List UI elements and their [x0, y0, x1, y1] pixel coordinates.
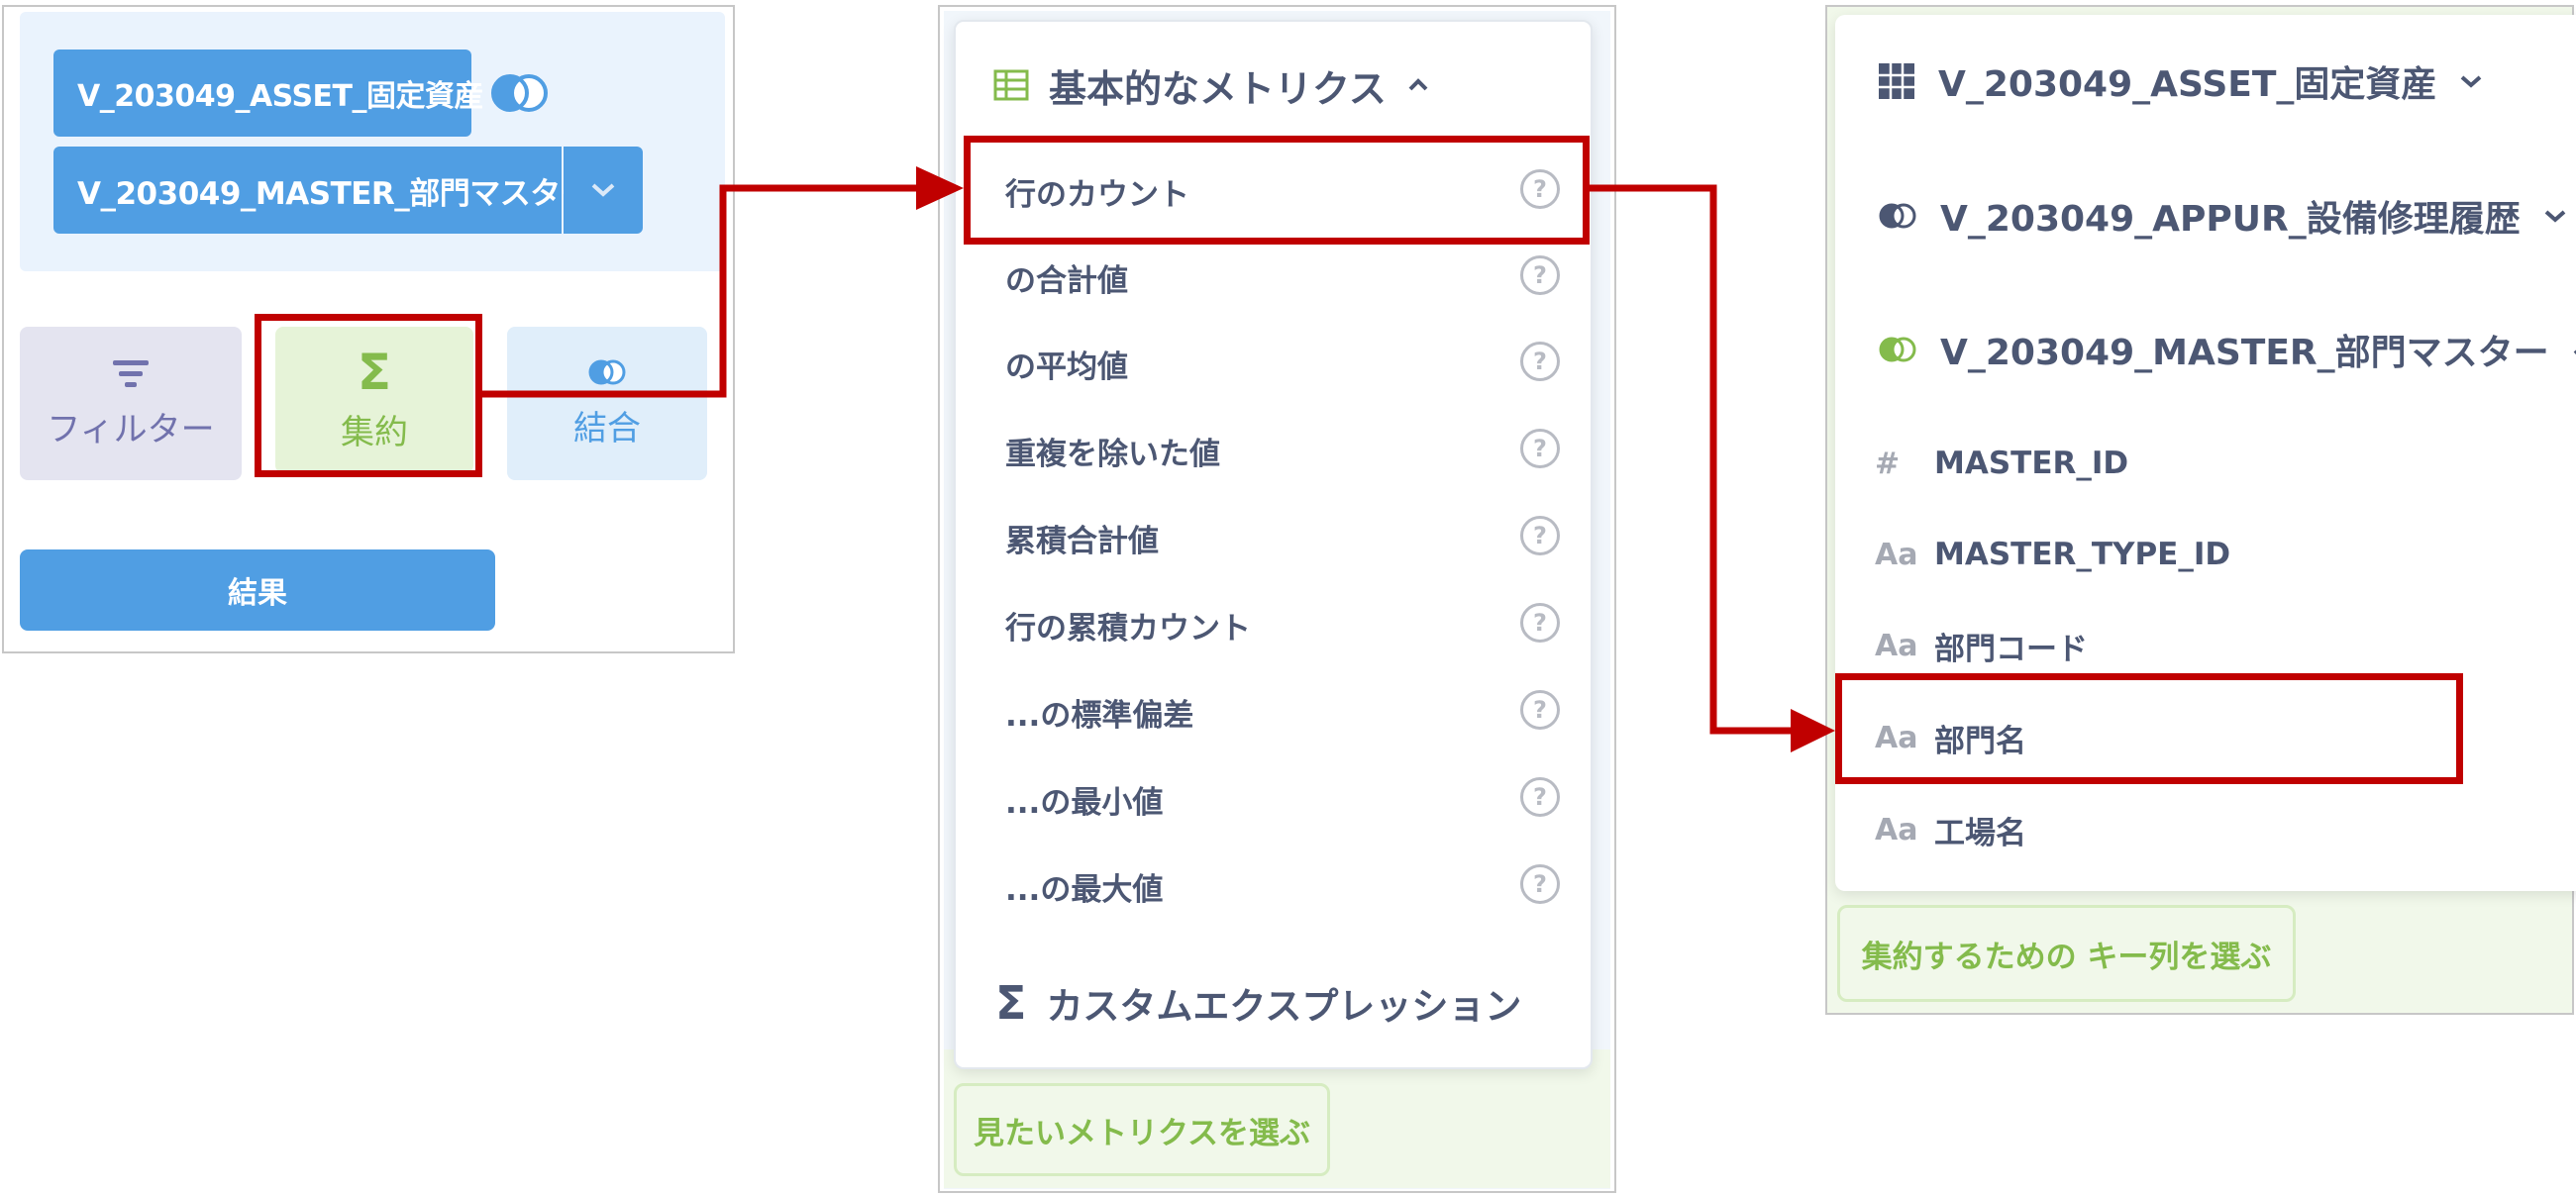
text-type-icon: Aa — [1875, 537, 1918, 572]
help-icon[interactable]: ? — [1520, 777, 1560, 817]
number-type-icon: # — [1875, 446, 1901, 481]
help-icon[interactable]: ? — [1520, 429, 1560, 468]
pick-metric-button[interactable]: 見たいメトリクスを選ぶ — [954, 1083, 1330, 1176]
column-name: 部門コード — [1934, 631, 2088, 667]
custom-expression-label: カスタムエクスプレッション — [1046, 985, 1522, 1028]
metric-row-max[interactable]: ...の最大値 ? — [1005, 851, 1560, 921]
help-icon[interactable]: ? — [1520, 342, 1560, 381]
grid-icon — [1879, 63, 1914, 99]
join-icon-green — [1879, 337, 1916, 362]
help-icon[interactable]: ? — [1520, 516, 1560, 555]
table-section-appur[interactable]: V_203049_APPUR_設備修理履歴 — [1877, 181, 2568, 250]
table-chip-asset[interactable]: V_203049_ASSET_固定資産 — [53, 50, 484, 137]
metric-row-sum[interactable]: の合計値 ? — [1005, 243, 1560, 312]
column-item-factory-name[interactable]: Aa 工場名 — [1875, 800, 2026, 859]
join-icon — [1879, 203, 1916, 229]
basic-metrics-header[interactable]: 基本的なメトリクス — [993, 57, 1430, 113]
table-name: V_203049_APPUR_設備修理履歴 — [1940, 199, 2521, 240]
text-type-icon: Aa — [1875, 812, 1918, 847]
column-name: MASTER_TYPE_ID — [1934, 537, 2231, 572]
sigma-icon: Σ — [995, 976, 1027, 1030]
help-icon[interactable]: ? — [1520, 603, 1560, 643]
custom-expression-item[interactable]: Σ カスタムエクスプレッション — [995, 968, 1521, 1038]
join-icon — [588, 359, 626, 385]
chevron-up-icon — [1408, 78, 1428, 91]
help-icon[interactable]: ? — [1520, 864, 1560, 904]
chevron-down-icon — [2461, 75, 2482, 88]
table-chip-master[interactable]: V_203049_MASTER_部門マスター — [53, 147, 591, 234]
column-item-master-id[interactable]: # MASTER_ID — [1875, 434, 2128, 493]
text-type-icon: Aa — [1875, 628, 1918, 663]
metric-label: 重複を除いた値 — [1005, 436, 1220, 472]
metric-label: 行の累積カウント — [1005, 610, 1251, 647]
metric-label: 累積合計値 — [1005, 523, 1159, 559]
column-item-dept-code[interactable]: Aa 部門コード — [1875, 616, 2088, 675]
highlight-dept-name — [1835, 673, 2463, 784]
column-name: 工場名 — [1934, 815, 2026, 851]
table-section-master[interactable]: V_203049_MASTER_部門マスター — [1877, 315, 2576, 384]
metric-row-cumulative-count[interactable]: 行の累積カウント ? — [1005, 590, 1560, 659]
chevron-down-icon — [2544, 210, 2566, 223]
filter-button[interactable]: フィルター — [20, 327, 242, 480]
column-name: MASTER_ID — [1934, 446, 2129, 481]
highlight-summarize — [255, 314, 482, 477]
join-icon[interactable] — [485, 69, 557, 117]
join-label: 結合 — [573, 409, 641, 448]
column-item-master-type-id[interactable]: Aa MASTER_TYPE_ID — [1875, 525, 2230, 584]
filter-label: フィルター — [47, 410, 215, 449]
chevron-down-icon[interactable] — [564, 147, 643, 234]
table-section-asset[interactable]: V_203049_ASSET_固定資産 — [1877, 47, 2484, 116]
metric-row-distinct[interactable]: 重複を除いた値 ? — [1005, 416, 1560, 485]
table-icon — [993, 69, 1029, 101]
metric-label: ...の標準偏差 — [1005, 697, 1194, 734]
metric-row-cumulative-sum[interactable]: 累積合計値 ? — [1005, 503, 1560, 572]
result-button[interactable]: 結果 — [20, 549, 495, 631]
highlight-count-row — [964, 136, 1590, 245]
help-icon[interactable]: ? — [1520, 690, 1560, 730]
chevron-up-icon — [2573, 349, 2576, 355]
metric-label: ...の最大値 — [1005, 871, 1164, 908]
filter-icon — [113, 360, 149, 387]
metric-label: の平均値 — [1005, 349, 1128, 385]
join-button[interactable]: 結合 — [507, 327, 707, 480]
basic-metrics-title: 基本的なメトリクス — [1049, 66, 1387, 111]
metric-label: の合計値 — [1005, 262, 1128, 299]
pick-key-column-button[interactable]: 集約するための キー列を選ぶ — [1837, 905, 2296, 1002]
table-name: V_203049_ASSET_固定資産 — [1938, 64, 2437, 105]
metric-row-average[interactable]: の平均値 ? — [1005, 329, 1560, 398]
help-icon[interactable]: ? — [1520, 255, 1560, 295]
arrow-count-to-dept-name — [1590, 184, 1791, 735]
table-name: V_203049_MASTER_部門マスター — [1940, 333, 2549, 373]
metric-label: ...の最小値 — [1005, 784, 1164, 821]
metric-row-stddev[interactable]: ...の標準偏差 ? — [1005, 677, 1560, 747]
metric-row-min[interactable]: ...の最小値 ? — [1005, 764, 1560, 834]
